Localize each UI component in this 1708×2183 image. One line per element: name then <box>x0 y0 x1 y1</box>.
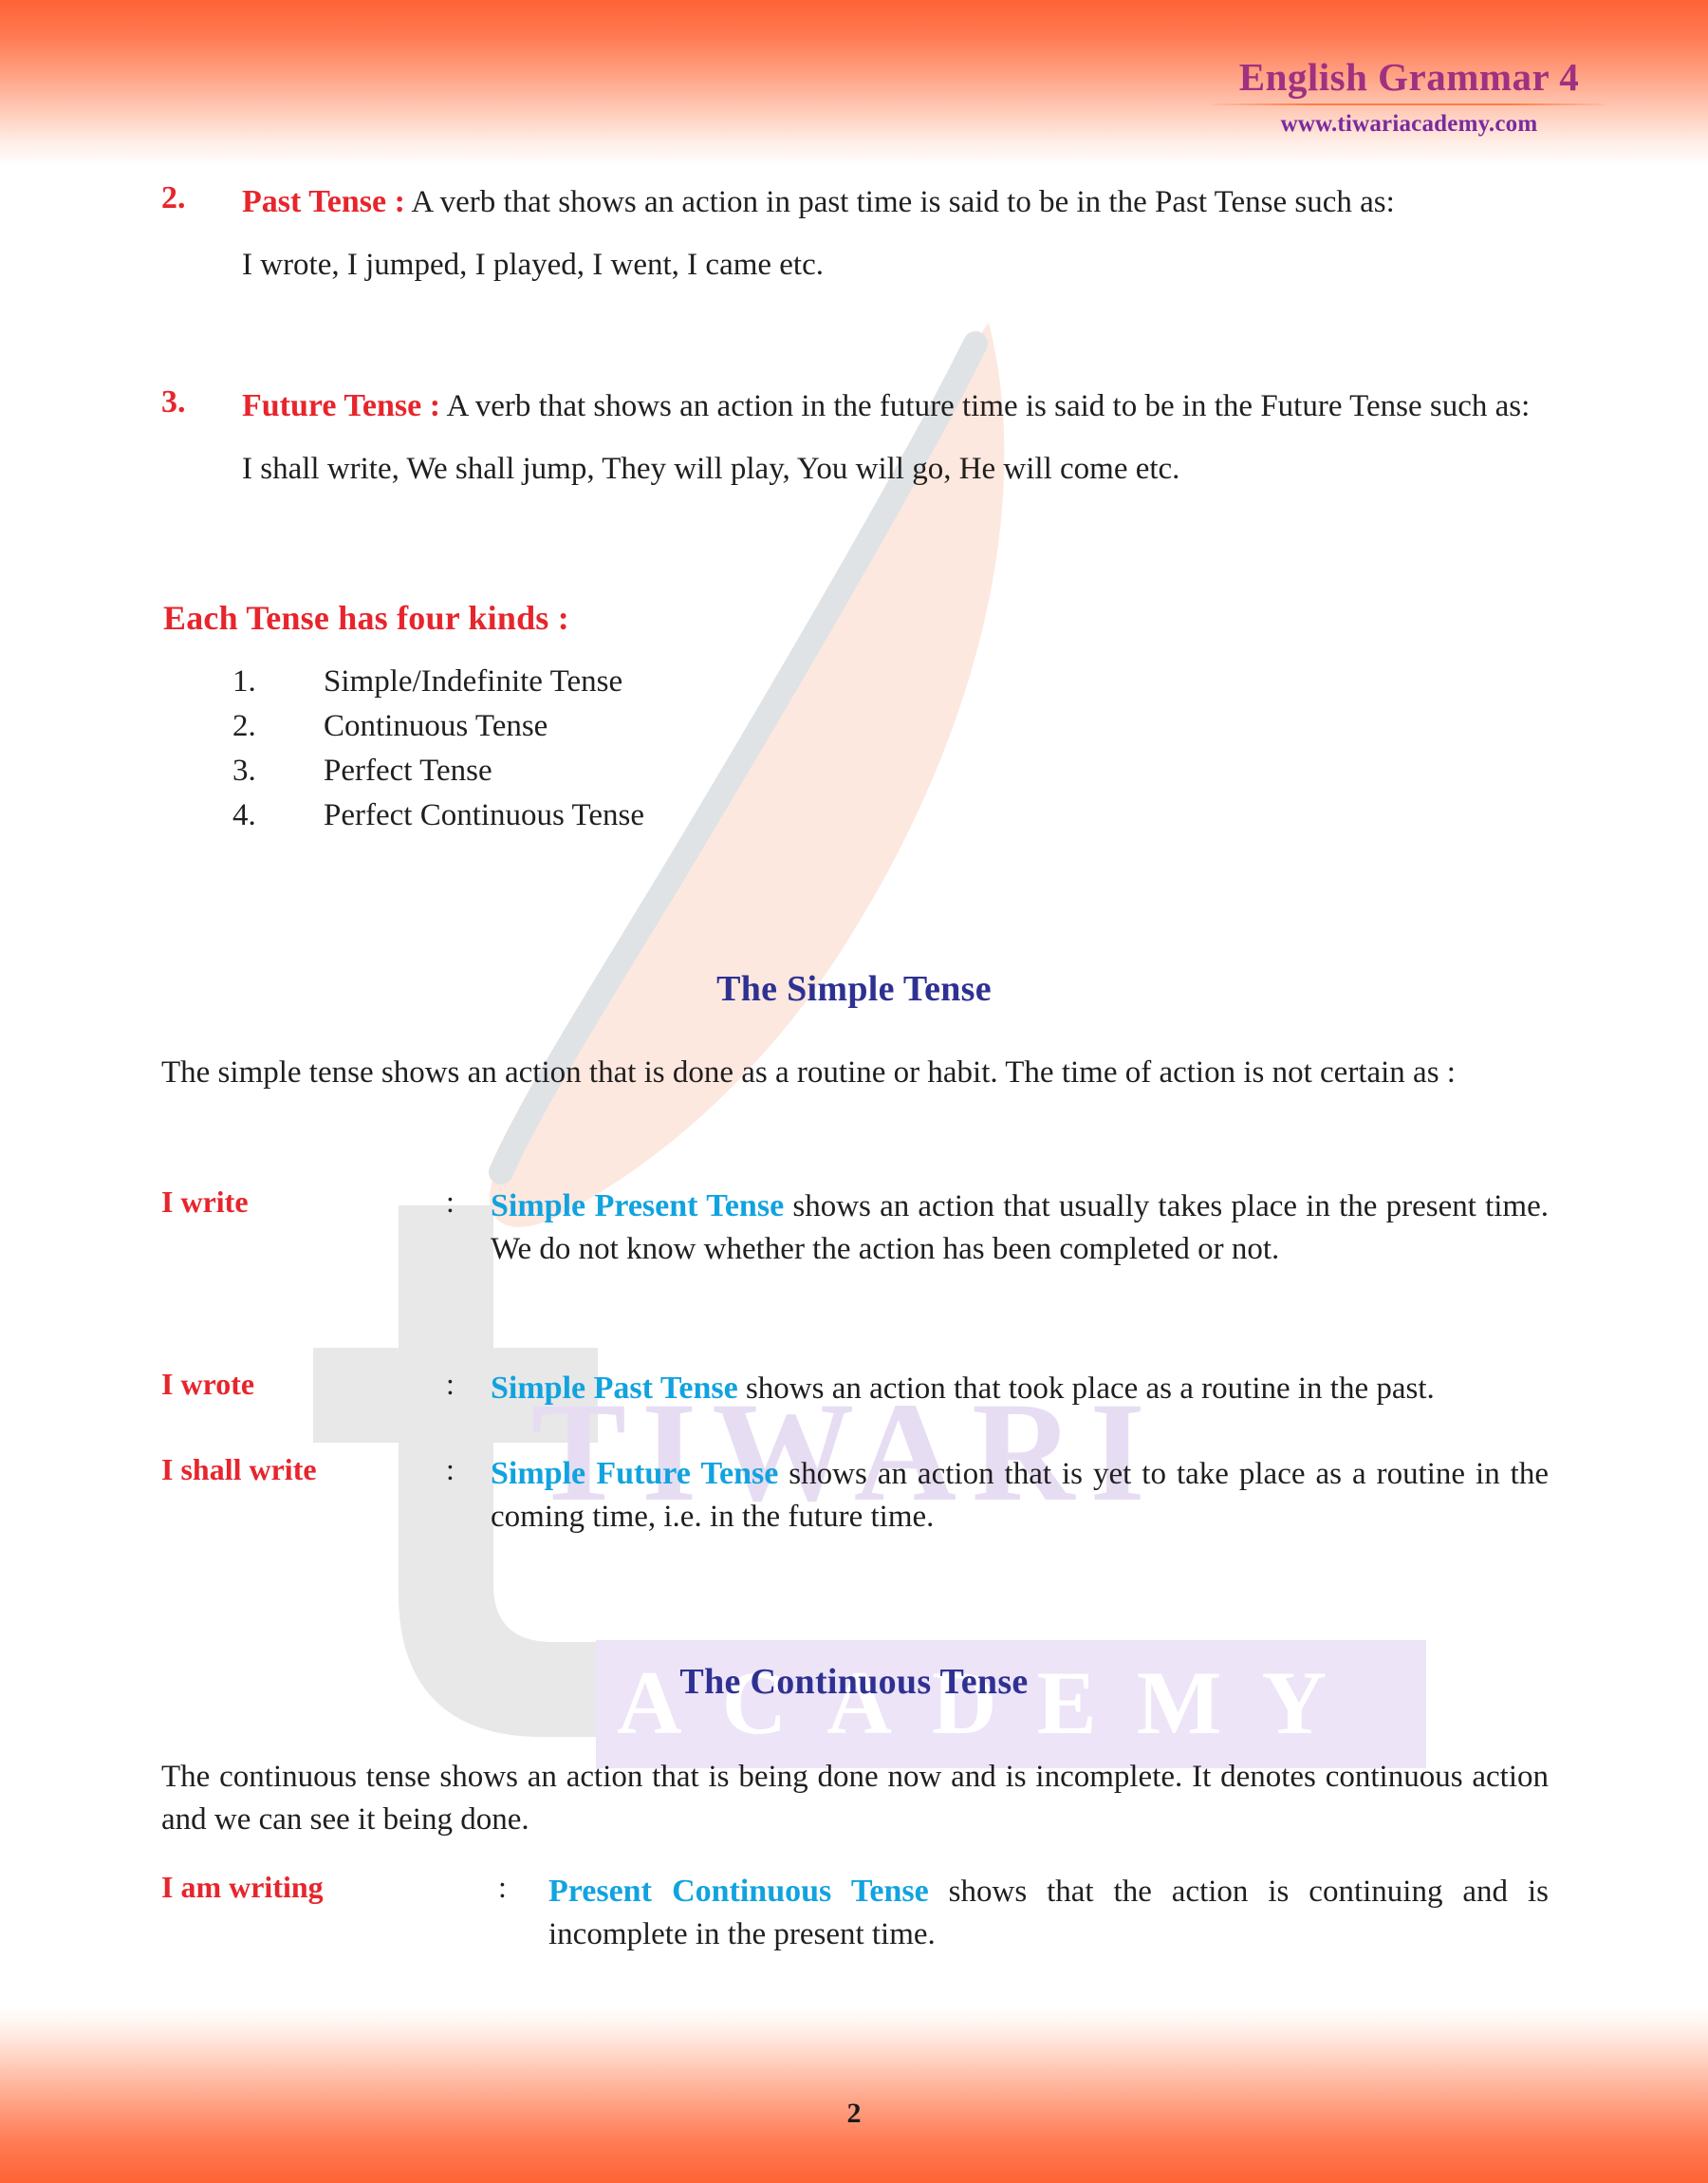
tense-item-example: I wrote, I jumped, I played, I went, I c… <box>242 247 824 282</box>
definition-row-i-wrote: I wrote : Simple Past Tense shows an act… <box>161 1367 1549 1410</box>
tense-item-body: Past Tense : A verb that shows an action… <box>242 180 1547 225</box>
definition-colon: : <box>446 1367 455 1401</box>
tense-item-past: 2. Past Tense : A verb that shows an act… <box>161 180 1547 286</box>
document-title: English Grammar 4 <box>1238 55 1580 99</box>
definition-term: I write <box>161 1185 249 1219</box>
kinds-list: 1. Simple/Indefinite Tense 2. Continuous… <box>232 664 1086 843</box>
definition-description: Simple Present Tense shows an action tha… <box>491 1185 1549 1270</box>
definition-description: Present Continuous Tense shows that the … <box>548 1870 1549 1955</box>
definition-term: I shall write <box>161 1452 317 1486</box>
simple-tense-intro: The simple tense shows an action that is… <box>161 1055 1456 1090</box>
definition-row-i-write: I write : Simple Present Tense shows an … <box>161 1185 1549 1270</box>
list-item-label: Perfect Tense <box>324 754 492 788</box>
website-url[interactable]: www.tiwariacademy.com <box>1210 111 1608 138</box>
list-item-number: 3. <box>232 754 256 788</box>
list-item-label: Perfect Continuous Tense <box>324 798 645 832</box>
tense-item-future: 3. Future Tense : A verb that shows an a… <box>161 384 1547 490</box>
definition-row-i-am-writing: I am writing : Present Continuous Tense … <box>161 1870 1549 1955</box>
list-item: 3. Perfect Tense <box>232 754 1086 798</box>
page-number: 2 <box>846 2098 862 2129</box>
list-item: 4. Perfect Continuous Tense <box>232 798 1086 843</box>
definition-colon: : <box>446 1452 455 1486</box>
list-item: 2. Continuous Tense <box>232 709 1086 754</box>
definition-colon: : <box>446 1185 455 1219</box>
header-divider <box>1212 103 1606 106</box>
tense-item-number: 3. <box>161 384 186 420</box>
definition-row-i-shall-write: I shall write : Simple Future Tense show… <box>161 1452 1549 1538</box>
tense-item-example: I shall write, We shall jump, They will … <box>242 451 1180 486</box>
tense-item-number: 2. <box>161 180 186 215</box>
definition-kind: Simple Past Tense <box>491 1371 738 1406</box>
tense-item-lead: Future Tense : <box>242 388 441 423</box>
definition-colon: : <box>498 1870 507 1904</box>
definition-description: Simple Past Tense shows an action that t… <box>491 1367 1549 1410</box>
tense-item-definition: A verb that shows an action in past time… <box>404 185 1395 219</box>
continuous-tense-intro: The continuous tense shows an action tha… <box>161 1760 1549 1838</box>
list-item-label: Continuous Tense <box>324 709 548 743</box>
list-item-number: 1. <box>232 664 256 699</box>
definition-kind: Simple Future Tense <box>491 1456 779 1491</box>
document-page: TIWARI ACADEMY English Grammar 4 www.tiw… <box>0 0 1708 2183</box>
tense-item-lead: Past Tense : <box>242 184 405 219</box>
definition-text: shows an action that took place as a rou… <box>737 1371 1435 1406</box>
section-heading-simple-tense: The Simple Tense <box>716 969 992 1009</box>
tense-item-body: Future Tense : A verb that shows an acti… <box>242 384 1547 429</box>
definition-description: Simple Future Tense shows an action that… <box>491 1452 1549 1538</box>
list-item-number: 2. <box>232 709 256 743</box>
tense-item-definition: A verb that shows an action in the futur… <box>440 389 1531 423</box>
list-item: 1. Simple/Indefinite Tense <box>232 664 1086 709</box>
definition-term: I wrote <box>161 1367 255 1401</box>
list-item-number: 4. <box>232 798 256 832</box>
document-header: English Grammar 4 www.tiwariacademy.com <box>1210 55 1608 138</box>
section-heading-continuous-tense: The Continuous Tense <box>679 1662 1029 1702</box>
list-item-label: Simple/Indefinite Tense <box>324 664 623 699</box>
definition-kind: Present Continuous Tense <box>548 1874 929 1909</box>
kinds-heading: Each Tense has four kinds : <box>163 599 569 637</box>
document-content: English Grammar 4 www.tiwariacademy.com … <box>0 0 1708 2183</box>
definition-term: I am writing <box>161 1870 324 1904</box>
definition-kind: Simple Present Tense <box>491 1188 785 1223</box>
